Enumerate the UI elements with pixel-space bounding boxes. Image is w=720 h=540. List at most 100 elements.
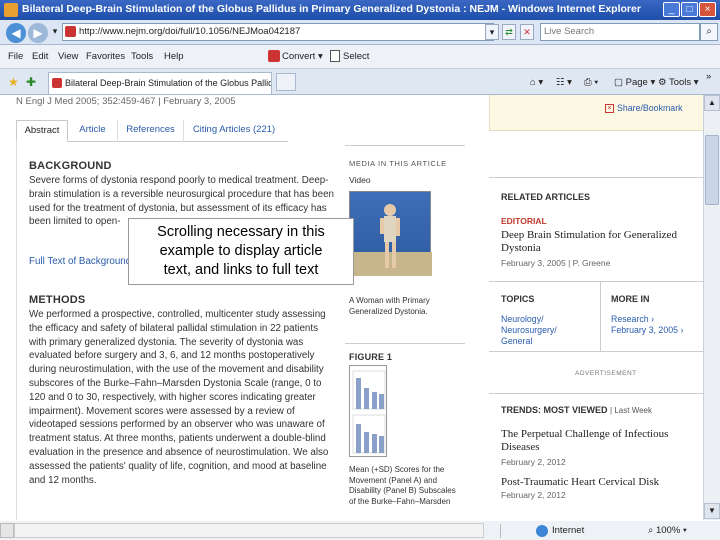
topic-link-neurology[interactable]: Neurology/	[501, 314, 557, 325]
status-divider	[500, 524, 501, 538]
topics-heading: TOPICS	[501, 294, 535, 304]
zoom-control[interactable]: ⌕ 100% ▾	[648, 525, 687, 536]
citation: N Engl J Med 2005; 352:459-467 | Februar…	[16, 96, 236, 107]
add-favorites-icon[interactable]: ✚	[26, 75, 36, 89]
more-in-research-link[interactable]: Research ›	[611, 314, 683, 325]
address-input[interactable]: http://www.nejm.org/doi/full/10.1056/NEJ…	[62, 23, 494, 41]
zoom-icon: ⌕	[648, 525, 654, 536]
figure-heading: FIGURE 1	[349, 352, 393, 362]
trend-1-date: February 2, 2012	[501, 457, 566, 467]
forward-arrow-icon: ▶	[33, 26, 43, 40]
share-bookmark-link[interactable]: Share/Bookmark	[617, 103, 683, 114]
scroll-down-icon[interactable]: ▼	[704, 503, 720, 519]
select-button[interactable]: Select	[343, 51, 369, 62]
topics-list: Neurology/ Neurosurgery/ General	[501, 314, 557, 347]
convert-button[interactable]: Convert	[282, 51, 315, 62]
article-tabs: Abstract Article References Citing Artic…	[16, 120, 288, 142]
back-button[interactable]: ◀	[6, 23, 26, 43]
figure-thumbnail[interactable]	[349, 365, 387, 457]
trends-divider	[489, 393, 703, 394]
scroll-thumb[interactable]	[705, 135, 719, 205]
tools-gear-icon: ⚙	[658, 77, 669, 88]
tab-abstract[interactable]: Abstract	[16, 120, 68, 142]
page-icon: ▢	[614, 77, 626, 88]
tab-article[interactable]: Article	[68, 120, 118, 142]
address-toolbar: ◀ ▶ ▾ http://www.nejm.org/doi/full/10.10…	[0, 20, 720, 45]
browser-window: Bilateral Deep-Brain Stimulation of the …	[0, 0, 720, 540]
tab-favicon-icon	[52, 78, 62, 88]
video-thumbnail[interactable]	[349, 191, 432, 276]
menu-file[interactable]: File	[8, 51, 23, 62]
topic-link-general[interactable]: General	[501, 336, 557, 347]
advertisement-label: ADVERTISEMENT	[575, 370, 637, 377]
trend-1-link[interactable]: The Perpetual Challenge of Infectious Di…	[501, 428, 681, 454]
menu-favorites[interactable]: Favorites	[86, 51, 125, 62]
page-menu-button[interactable]: ▢ Page ▾	[614, 77, 655, 88]
search-input[interactable]: Live Search	[540, 23, 700, 41]
media-heading: MEDIA IN THIS ARTICLE	[349, 159, 447, 168]
window-title: Bilateral Deep-Brain Stimulation of the …	[22, 3, 641, 15]
methods-text: We performed a prospective, controlled, …	[29, 309, 329, 486]
background-heading: BACKGROUND	[29, 160, 112, 172]
menu-tools[interactable]: Tools	[131, 51, 153, 62]
woman-figure-icon	[350, 204, 432, 276]
convert-icon[interactable]	[268, 50, 280, 62]
convert-dropdown-icon[interactable]: ▾	[318, 51, 323, 62]
tools-menu-button[interactable]: ⚙ Tools ▾	[658, 77, 699, 88]
methods-heading: METHODS	[29, 294, 86, 306]
tab-references[interactable]: References	[118, 120, 184, 142]
more-in-heading: MORE IN	[611, 294, 650, 304]
menu-view[interactable]: View	[58, 51, 78, 62]
maximize-button[interactable]: □	[681, 2, 698, 17]
menu-help[interactable]: Help	[164, 51, 184, 62]
tab-active-article[interactable]: Bilateral Deep-Brain Stimulation of the …	[48, 72, 272, 94]
scroll-up-icon[interactable]: ▲	[704, 95, 720, 111]
trends-heading: TRENDS: MOST VIEWED | Last Week	[501, 405, 652, 415]
status-message	[14, 523, 484, 538]
more-in-issue-link[interactable]: February 3, 2005 ›	[611, 325, 683, 336]
full-text-background-link[interactable]: Full Text of Background...	[29, 256, 139, 267]
address-dropdown-button[interactable]: ▾	[485, 24, 499, 40]
video-label: Video	[349, 175, 371, 185]
home-icon[interactable]: ⌂ ▾	[530, 77, 543, 88]
menu-bar: File Edit View Favorites Tools Help Conv…	[0, 45, 720, 69]
history-dropdown-button[interactable]: ▾	[48, 24, 62, 40]
new-tab-button[interactable]	[276, 73, 296, 91]
tab-bar: ★ ✚ Bilateral Deep-Brain Stimulation of …	[0, 69, 720, 95]
status-bar: Internet ⌕ 100% ▾	[0, 521, 720, 540]
feeds-icon[interactable]: ☷ ▾	[556, 77, 572, 88]
close-button[interactable]: ×	[699, 2, 716, 17]
hscroll-left-icon[interactable]	[0, 523, 14, 538]
annotation-callout: Scrolling necessary in this example to d…	[128, 218, 354, 285]
forward-button[interactable]: ▶	[28, 23, 48, 43]
trend-2-link[interactable]: Post-Traumatic Heart Cervical Disk	[501, 476, 691, 489]
trend-2-date: February 2, 2012	[501, 490, 566, 500]
share-icon: ×	[605, 104, 614, 113]
stop-icon[interactable]: ✕	[520, 24, 534, 40]
vertical-scrollbar[interactable]: ▲ ▼	[703, 95, 720, 520]
go-icon[interactable]: ⇄	[502, 24, 516, 40]
editorial-label: EDITORIAL	[501, 216, 547, 226]
internet-zone-icon	[536, 525, 548, 537]
video-caption: A Woman with Primary Generalized Dystoni…	[349, 296, 430, 316]
topics-vertical-divider	[600, 281, 601, 351]
zone-label: Internet	[552, 525, 585, 536]
back-arrow-icon: ◀	[11, 26, 21, 40]
abstract-panel: BACKGROUND Severe forms of dystonia resp…	[16, 142, 336, 520]
page-favicon-icon	[65, 26, 76, 37]
editorial-title-link[interactable]: Deep Brain Stimulation for Generalized D…	[501, 229, 681, 255]
topic-link-neurosurgery[interactable]: Neurosurgery/	[501, 325, 557, 336]
figure-caption: Mean (+SD) Scores for the Movement (Pane…	[349, 465, 456, 506]
search-icon[interactable]: ⌕	[700, 23, 718, 41]
ad-divider	[489, 351, 703, 352]
related-heading: RELATED ARTICLES	[501, 192, 590, 202]
print-icon[interactable]: ⎙ ▾	[584, 77, 598, 88]
select-icon[interactable]	[330, 50, 340, 62]
related-divider	[489, 177, 703, 178]
menu-edit[interactable]: Edit	[32, 51, 48, 62]
ie-logo-icon	[4, 3, 18, 17]
favorites-star-icon[interactable]: ★	[8, 75, 19, 89]
toolbar-chevron[interactable]: »	[706, 71, 711, 82]
tab-citing-articles[interactable]: Citing Articles (221)	[184, 120, 284, 142]
minimize-button[interactable]: _	[663, 2, 680, 17]
